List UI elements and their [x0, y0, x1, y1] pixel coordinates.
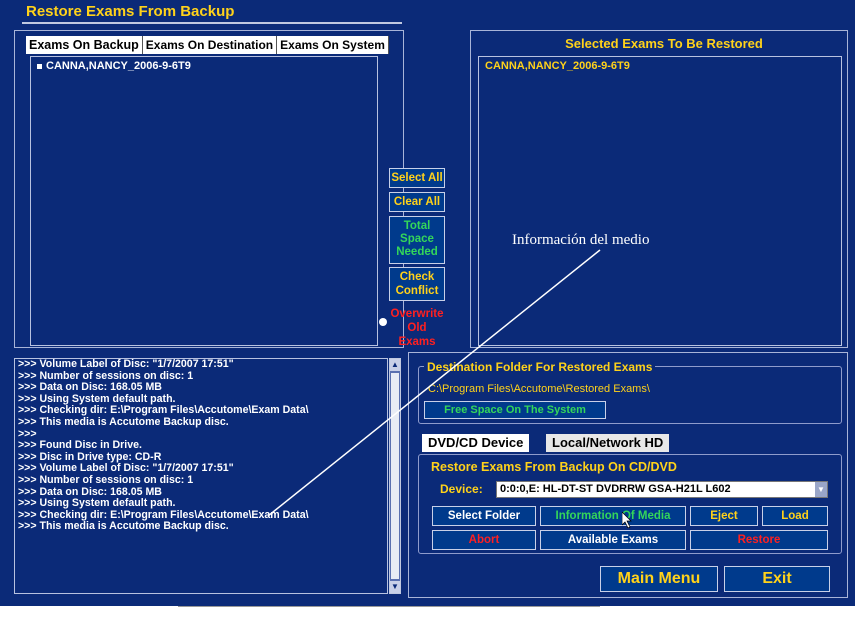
- select-all-button[interactable]: Select All: [389, 168, 445, 188]
- selected-exams-title: Selected Exams To Be Restored: [565, 36, 763, 51]
- total-space-button[interactable]: Total Space Needed: [389, 216, 445, 264]
- restore-cd-label: Restore Exams From Backup On CD/DVD: [428, 460, 680, 474]
- destination-label: Destination Folder For Restored Exams: [424, 360, 656, 374]
- log-line: >>> Using System default path.: [18, 497, 176, 510]
- annotation-label: Información del medio: [512, 232, 650, 248]
- main-menu-button[interactable]: Main Menu: [600, 566, 718, 592]
- chevron-down-icon[interactable]: ▼: [815, 482, 827, 497]
- exam-name: CANNA,NANCY_2006-9-6T9: [46, 60, 191, 72]
- scroll-thumb[interactable]: [391, 373, 399, 579]
- tab-dvd-cd-device[interactable]: DVD/CD Device: [422, 434, 530, 452]
- overwrite-radio[interactable]: [379, 318, 387, 326]
- list-item[interactable]: CANNA,NANCY_2006-9-6T9: [479, 57, 841, 72]
- scroll-up-icon[interactable]: ▲: [390, 359, 400, 371]
- log-output: >>> Volume Label of Disc: "1/7/2007 17:5…: [14, 358, 388, 594]
- load-button[interactable]: Load: [762, 506, 828, 526]
- restore-window: Restore Exams From Backup Exams On Backu…: [0, 0, 855, 606]
- log-line: >>> Number of sessions on disc: 1: [18, 473, 194, 486]
- bottom-strip: [178, 606, 600, 621]
- exam-source-tabs: Exams On Backup Exams On Destination Exa…: [26, 36, 389, 54]
- selected-exam-list[interactable]: CANNA,NANCY_2006-9-6T9: [478, 56, 842, 346]
- backup-exam-list[interactable]: CANNA,NANCY_2006-9-6T9: [30, 56, 378, 346]
- log-scrollbar[interactable]: ▲ ▼: [389, 358, 401, 594]
- device-select[interactable]: 0:0:0,E: HL-DT-ST DVDRRW GSA-H21L L602 ▼: [496, 481, 828, 498]
- check-conflict-button[interactable]: Check Conflict: [389, 267, 445, 301]
- log-line: >>> Volume Label of Disc: "1/7/2007 17:5…: [18, 358, 234, 370]
- clear-all-button[interactable]: Clear All: [389, 192, 445, 212]
- eject-button[interactable]: Eject: [690, 506, 758, 526]
- overwrite-old-exams-button[interactable]: Overwrite Old Exams: [389, 304, 445, 348]
- log-line: >>> Found Disc in Drive.: [18, 439, 142, 452]
- select-folder-button[interactable]: Select Folder: [432, 506, 536, 526]
- checkbox-icon[interactable]: [37, 63, 42, 69]
- list-item[interactable]: CANNA,NANCY_2006-9-6T9: [31, 57, 377, 72]
- log-line: >>> This media is Accutome Backup disc.: [18, 415, 229, 428]
- tab-exams-on-backup[interactable]: Exams On Backup: [26, 36, 143, 54]
- scroll-down-icon[interactable]: ▼: [390, 581, 400, 593]
- abort-button[interactable]: Abort: [432, 530, 536, 550]
- information-of-media-button[interactable]: Information Of Media: [540, 506, 686, 526]
- available-exams-button[interactable]: Available Exams: [540, 530, 686, 550]
- cursor-icon: [622, 512, 632, 528]
- window-title: Restore Exams From Backup: [22, 2, 402, 24]
- device-label: Device:: [440, 482, 483, 496]
- device-value: 0:0:0,E: HL-DT-ST DVDRRW GSA-H21L L602: [500, 483, 731, 495]
- tab-local-network-hd[interactable]: Local/Network HD: [546, 434, 670, 452]
- tab-exams-on-destination[interactable]: Exams On Destination: [142, 36, 278, 54]
- restore-button[interactable]: Restore: [690, 530, 828, 550]
- log-line: >>> This media is Accutome Backup disc.: [18, 520, 229, 533]
- tab-exams-on-system[interactable]: Exams On System: [277, 36, 389, 54]
- free-space-button[interactable]: Free Space On The System: [424, 401, 606, 419]
- destination-path: C:\Program Files\Accutome\Restored Exams…: [428, 383, 650, 395]
- exit-button[interactable]: Exit: [724, 566, 830, 592]
